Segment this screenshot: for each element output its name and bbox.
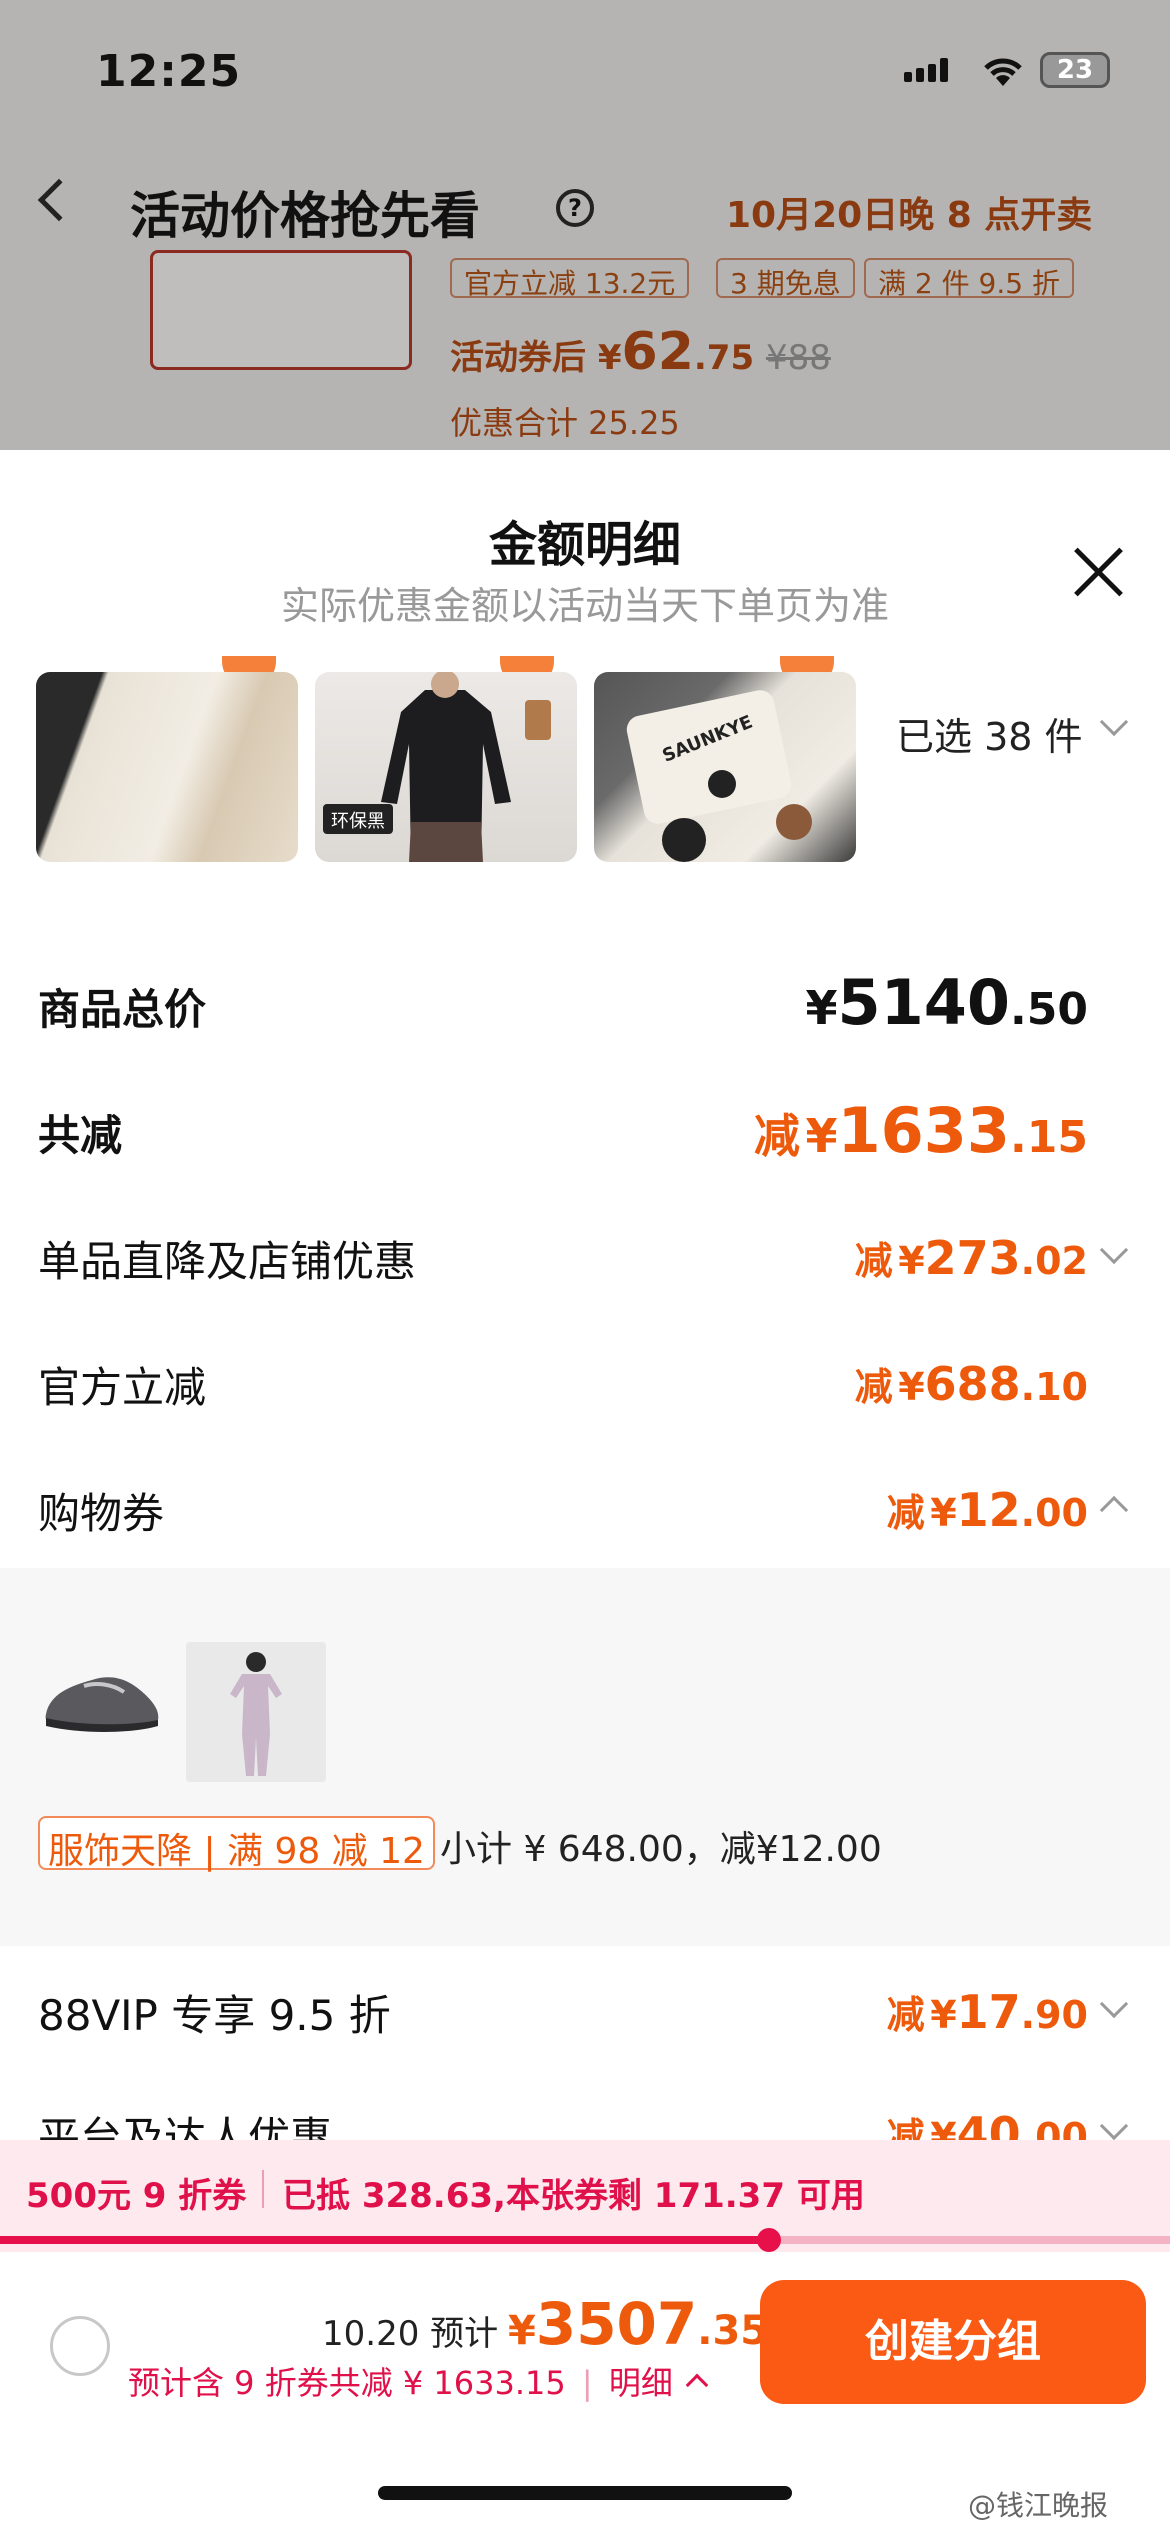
product-image-sweater[interactable] xyxy=(36,672,298,862)
help-icon[interactable]: ? xyxy=(556,189,594,227)
status-time: 12:25 xyxy=(96,46,242,97)
select-all-radio[interactable] xyxy=(50,2316,110,2376)
product-thumbnail xyxy=(150,250,412,370)
bodysuit-image[interactable] xyxy=(186,1642,326,1782)
official-discount-amount: 减 ¥688.10 xyxy=(854,1357,1088,1411)
sheet-title: 金额明细 xyxy=(488,517,681,573)
home-indicator xyxy=(378,2486,792,2500)
estimate-label: 10.20 预计 xyxy=(322,2314,499,2354)
total-label: 商品总价 xyxy=(38,985,207,1034)
coupon-progress-handle xyxy=(756,2228,781,2252)
vip-coupon-name: 500元 9 折券 xyxy=(26,2176,247,2216)
total-amount: ¥5140.50 xyxy=(805,966,1088,1039)
signal-icon xyxy=(904,58,952,82)
vip-discount-amount[interactable]: 减 ¥17.90 xyxy=(887,1984,1088,2039)
coupon-detail-panel xyxy=(0,1568,1170,1946)
estimate-price: ¥3507.35 xyxy=(508,2290,769,2358)
close-icon[interactable] xyxy=(1070,544,1126,600)
product-image-cushion[interactable]: SAUNKYE xyxy=(594,672,856,862)
reduce-label: 共减 xyxy=(38,1111,123,1160)
estimate-subtitle[interactable]: 预计含 9 折券共减 ¥ 1633.15 | 明细 xyxy=(128,2358,709,2404)
coupon-progress-fill xyxy=(0,2236,769,2244)
vip-coupon-status: 已抵 328.63,本张券剩 171.37 可用 xyxy=(282,2176,865,2216)
battery-icon: 23 xyxy=(1040,52,1110,88)
product-tag: 3 期免息 xyxy=(716,258,855,300)
product-tag: 满 2 件 9.5 折 xyxy=(864,258,1074,300)
coupon-label: 购物券 xyxy=(38,1489,165,1538)
chevron-up-icon[interactable] xyxy=(685,2373,709,2397)
selected-count[interactable]: 已选 38 件 xyxy=(896,706,1083,761)
store-discount-label: 单品直降及店铺优惠 xyxy=(38,1237,417,1286)
product-price: 活动券后 ¥62.75 ¥88 xyxy=(450,322,831,382)
product-discount-total: 优惠合计 25.25 xyxy=(450,404,680,442)
product-tag: 环保黑 xyxy=(323,804,393,834)
page-title: 活动价格抢先看 xyxy=(130,187,480,245)
watermark: @钱江晚报 xyxy=(968,2489,1109,2522)
sheet-subtitle: 实际优惠金额以活动当天下单页为准 xyxy=(280,584,889,628)
coupon-subtotal: 小计 ¥ 648.00，减¥12.00 xyxy=(440,1829,882,1870)
vip-discount-label: 88VIP 专享 9.5 折 xyxy=(38,1991,391,2040)
detail-link[interactable]: 明细 xyxy=(609,2364,673,2402)
product-tag: 官方立减 13.2元 xyxy=(450,258,690,300)
sale-time: 10月20日晚 8 点开卖 xyxy=(726,195,1093,236)
coupon-tag: 服饰天降 | 满 98 减 12 xyxy=(38,1816,435,1872)
reduce-amount: 减 ¥1633.15 xyxy=(753,1094,1088,1167)
store-discount-amount[interactable]: 减 ¥273.02 xyxy=(855,1230,1088,1285)
coupon-amount[interactable]: 减 ¥12.00 xyxy=(887,1482,1088,1537)
divider xyxy=(262,2170,264,2208)
sneaker-image[interactable] xyxy=(40,1656,164,1740)
official-discount-label: 官方立减 xyxy=(38,1363,207,1412)
create-group-button[interactable]: 创建分组 xyxy=(760,2280,1146,2404)
wifi-icon xyxy=(984,58,1022,86)
